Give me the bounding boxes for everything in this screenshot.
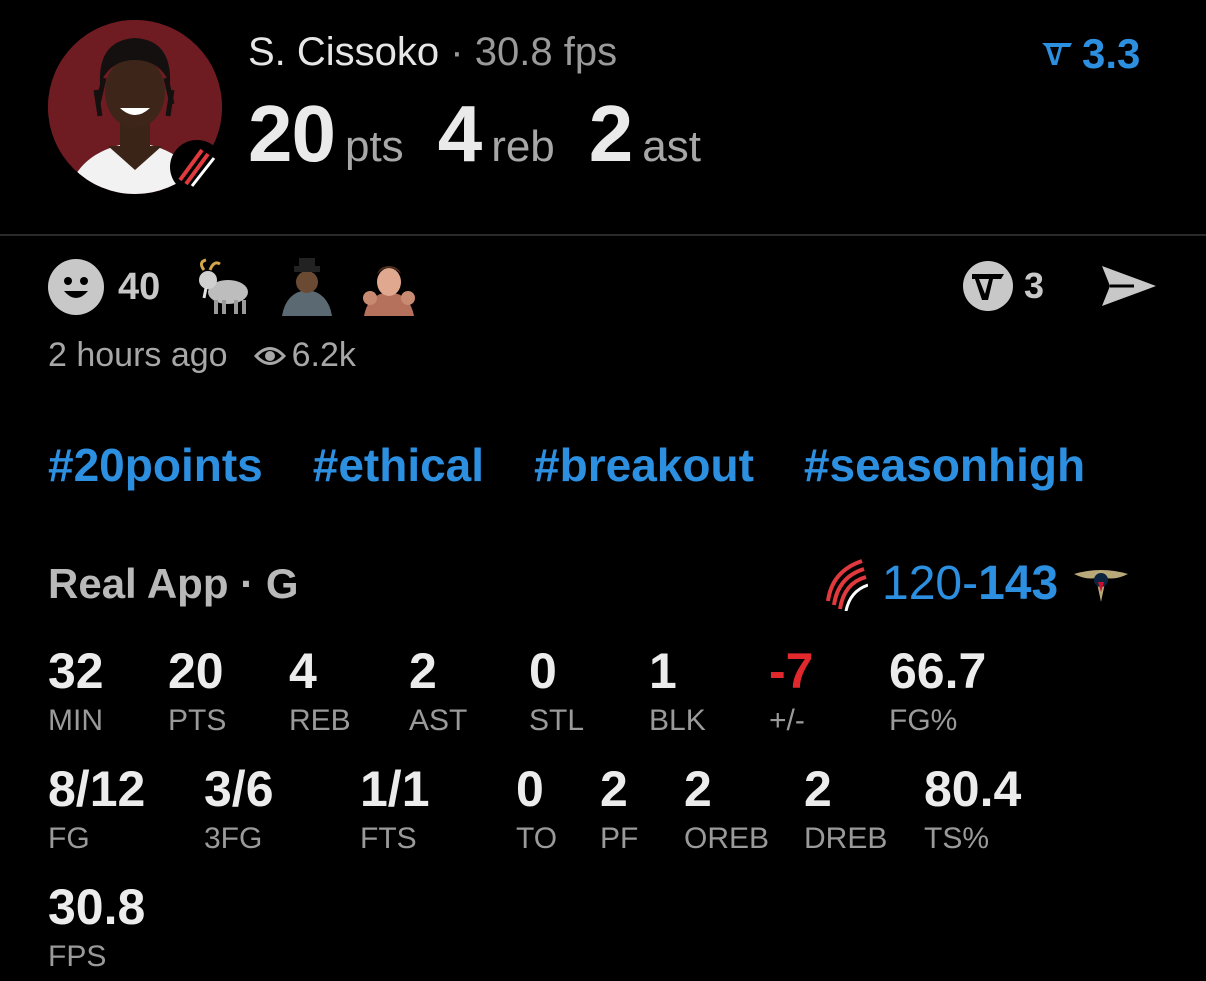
repost-button[interactable]: 3 <box>962 260 1044 312</box>
share-send-button[interactable] <box>1100 262 1158 315</box>
team-logo-icon <box>170 140 224 194</box>
rating-badge[interactable]: 3.3 <box>1040 30 1140 78</box>
stat-label: BLK <box>649 704 706 737</box>
stat-label: PTS <box>168 704 227 737</box>
stat-label: REB <box>289 704 351 737</box>
score-home: 120 <box>882 557 963 610</box>
eye-icon <box>253 346 286 365</box>
title-separator: · <box>450 30 464 74</box>
headline-reb-unit: reb <box>491 122 555 171</box>
stat-to: 0 TO <box>516 764 557 856</box>
stat-value: 2 <box>804 761 832 817</box>
stat-blk: 1 BLK <box>649 646 706 738</box>
stat-oreb: 2 OREB <box>684 764 769 856</box>
stat-stl: 0 STL <box>529 646 584 738</box>
stat-label: FG <box>48 822 90 855</box>
score-away: 143 <box>978 557 1059 610</box>
stat-value: 32 <box>48 643 104 699</box>
trail-blazers-logo-icon <box>826 558 868 611</box>
post-meta: 2 hours ago 6.2k <box>48 336 356 375</box>
player-name[interactable]: S. Cissoko <box>248 30 439 74</box>
headline-pts-value: 20 <box>248 89 336 178</box>
stat-ts-pct: 80.4 TS% <box>924 764 1021 856</box>
pelicans-logo-icon <box>1074 569 1129 602</box>
stat-label: AST <box>409 704 468 737</box>
stat-min: 32 MIN <box>48 646 104 738</box>
game-score[interactable]: 120-143 <box>822 556 1130 611</box>
goat-emoji-icon[interactable] <box>194 258 256 316</box>
stat-label: DREB <box>804 822 888 855</box>
rating-value: 3.3 <box>1082 30 1141 77</box>
stat-plus-minus: -7 +/- <box>769 646 813 738</box>
headline-ast-value: 2 <box>588 89 633 178</box>
stat-label: TS% <box>924 822 990 855</box>
stat-value: 1/1 <box>360 761 430 817</box>
stat-reb: 4 REB <box>289 646 351 738</box>
headline-pts-unit: pts <box>344 122 404 171</box>
stat-fps: 30.8 FPS <box>48 882 145 974</box>
stat-label: TO <box>516 822 558 855</box>
fps-summary: 30.8 fps <box>474 30 618 74</box>
add-reaction-smiley-icon[interactable] <box>48 259 104 315</box>
post-title: S. Cissoko · 30.8 fps <box>248 30 617 75</box>
hashtag-link[interactable]: #breakout <box>534 438 754 492</box>
stat-label: PF <box>600 822 639 855</box>
stat-fts: 1/1 FTS <box>360 764 430 856</box>
repost-count: 3 <box>1024 265 1045 306</box>
hashtag-link[interactable]: #seasonhigh <box>804 438 1085 492</box>
stat-label: MIN <box>48 704 103 737</box>
stat-fg: 8/12 FG <box>48 764 145 856</box>
hashtag-link[interactable]: #ethical <box>313 438 484 492</box>
stat-label: 3FG <box>204 822 263 855</box>
game-source: Real App · G <box>48 560 298 608</box>
stat-label: OREB <box>684 822 770 855</box>
stat-value: 1 <box>649 643 677 699</box>
source-app[interactable]: Real App <box>48 560 228 607</box>
stat-label: +/- <box>769 704 805 737</box>
stat-label: FPS <box>48 940 107 973</box>
stat-value: 20 <box>168 643 224 699</box>
headline-stats: 20 pts 4 reb 2 ast <box>248 88 735 180</box>
reactions-bar: 40 <box>48 258 421 316</box>
player-position: G <box>265 560 299 607</box>
stat-value: -7 <box>769 643 814 699</box>
headline-ast-unit: ast <box>642 122 701 171</box>
view-count-value: 6.2k <box>291 336 356 374</box>
stat-pf: 2 PF <box>600 764 638 856</box>
stat-value: 4 <box>289 643 317 699</box>
send-icon <box>1102 266 1156 306</box>
stat-value: 80.4 <box>924 761 1022 817</box>
stat-fg-pct: 66.7 FG% <box>889 646 986 738</box>
view-count: 6.2k <box>253 336 356 375</box>
stat-value: 2 <box>684 761 712 817</box>
person-sticker-icon[interactable] <box>276 258 339 316</box>
stat-value: 3/6 <box>204 761 274 817</box>
repost-icon <box>963 261 1013 311</box>
stat-pts: 20 PTS <box>168 646 226 738</box>
stat-3fg: 3/6 3FG <box>204 764 274 856</box>
stat-value: 66.7 <box>889 643 987 699</box>
stat-value: 0 <box>516 761 544 817</box>
stat-value: 0 <box>529 643 557 699</box>
score-dash: - <box>962 557 979 610</box>
stat-label: STL <box>529 704 585 737</box>
hashtag-link[interactable]: #20points <box>48 438 263 492</box>
headline-reb-value: 4 <box>437 89 482 178</box>
source-separator: · <box>240 560 255 607</box>
stat-value: 2 <box>600 761 628 817</box>
stat-label: FTS <box>360 822 417 855</box>
stat-ast: 2 AST <box>409 646 467 738</box>
rating-icon <box>1042 43 1072 65</box>
stat-label: FG% <box>889 704 958 737</box>
hashtag-list: #20points #ethical #breakout #seasonhigh <box>48 438 1085 492</box>
post-time: 2 hours ago <box>48 336 228 374</box>
reaction-count: 40 <box>118 265 161 308</box>
score-line: 120-143 <box>882 556 1058 611</box>
stat-dreb: 2 DREB <box>804 764 887 856</box>
header-divider <box>0 234 1206 236</box>
person-sticker-2-icon[interactable] <box>358 258 421 316</box>
stat-value: 30.8 <box>48 879 146 935</box>
stat-value: 2 <box>409 643 437 699</box>
stat-value: 8/12 <box>48 761 146 817</box>
